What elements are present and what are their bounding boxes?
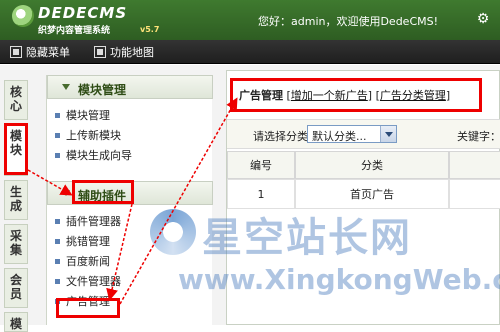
menu-bar: 隐藏菜单 功能地图 <box>0 40 500 64</box>
menu-item-module-manage[interactable]: 模块管理 <box>55 107 110 123</box>
tab-generate[interactable]: 生成 <box>4 180 28 220</box>
menu-item-label: 模块管理 <box>66 109 110 122</box>
menu-item-label: 模块生成向导 <box>66 149 132 162</box>
menu-item-file-manager[interactable]: 文件管理器 <box>55 273 121 289</box>
menu-item-label: 插件管理器 <box>66 215 121 228</box>
tab-collect[interactable]: 采集 <box>4 224 28 264</box>
hide-menu-label: 隐藏菜单 <box>26 46 70 59</box>
site-map-icon <box>94 46 106 58</box>
panel-head-plugins[interactable]: 辅助插件 <box>47 181 213 205</box>
menu-item-module-wizard[interactable]: 模块生成向导 <box>55 147 132 163</box>
welcome-text: 您好：admin，欢迎使用DedeCMS! <box>258 15 439 28</box>
tab-members[interactable]: 会员 <box>4 268 28 308</box>
add-ad-link[interactable]: 增加一个新广告 <box>291 89 368 102</box>
menu-item-label: 广告管理 <box>66 295 110 308</box>
page-heading: 广告管理 [增加一个新广告] [广告分类管理] <box>233 81 485 111</box>
watermark: 星空站长网 www.XingkongWeb.com <box>150 205 500 315</box>
filter-bar: 请选择分类： 默认分类... 关键字： <box>227 119 500 149</box>
menu-item-upload-module[interactable]: 上传新模块 <box>55 127 121 143</box>
logo-sub-text: 织梦内容管理系统 <box>38 26 111 36</box>
menu-item-label: 百度新闻 <box>66 255 110 268</box>
collapse-arrow-icon <box>62 190 70 196</box>
table-header-id: 编号 <box>227 151 295 179</box>
bullet-icon <box>55 152 60 158</box>
menu-item-ad-manage[interactable]: 广告管理 <box>55 293 110 309</box>
logo: DEDECMS 织梦内容管理系统 v5.7 <box>8 3 178 37</box>
menu-item-label: 文件管理器 <box>66 275 121 288</box>
category-select-value: 默认分类... <box>312 130 367 143</box>
watermark-url-text: www.XingkongWeb.com <box>178 263 500 296</box>
watermark-logo-icon <box>150 209 196 255</box>
table-header-category: 分类 <box>295 151 449 179</box>
collapse-arrow-icon <box>62 84 70 90</box>
tab-modules[interactable]: 模块 <box>4 124 28 176</box>
bullet-icon <box>55 218 60 224</box>
bullet-icon <box>55 238 60 244</box>
chevron-down-icon <box>380 126 396 142</box>
menu-item-error-manage[interactable]: 挑错管理 <box>55 233 110 249</box>
bullet-icon <box>55 258 60 264</box>
tab-core[interactable]: 核心 <box>4 80 28 120</box>
hide-menu-button[interactable]: 隐藏菜单 <box>10 44 70 60</box>
watermark-cn-text: 星空站长网 <box>202 215 412 261</box>
logo-version: v5.7 <box>140 25 160 34</box>
site-map-button[interactable]: 功能地图 <box>94 44 154 60</box>
site-map-label: 功能地图 <box>110 46 154 59</box>
category-select[interactable]: 默认分类... <box>307 125 397 143</box>
table-header-extra <box>449 151 500 179</box>
top-header: DEDECMS 织梦内容管理系统 v5.7 您好：admin，欢迎使用DedeC… <box>0 0 500 40</box>
menu-item-plugin-manager[interactable]: 插件管理器 <box>55 213 121 229</box>
bullet-icon <box>55 132 60 138</box>
ad-category-link[interactable]: 广告分类管理 <box>380 89 446 102</box>
tab-template[interactable]: 模 <box>4 312 28 332</box>
bullet-icon <box>55 278 60 284</box>
bullet-icon <box>55 298 60 304</box>
logo-main-text: DEDECMS <box>38 4 128 22</box>
logo-mark-icon <box>12 5 34 27</box>
side-tabs: 核心 模块 生成 采集 会员 模 <box>0 76 30 332</box>
panel-title-plugins: 辅助插件 <box>78 189 127 203</box>
gear-icon[interactable]: ⚙ <box>474 10 492 28</box>
panel-head-modules[interactable]: 模块管理 <box>47 75 213 99</box>
hide-menu-icon <box>10 46 22 58</box>
bullet-icon <box>55 112 60 118</box>
page-title: 广告管理 <box>239 89 283 102</box>
menu-item-baidu-news[interactable]: 百度新闻 <box>55 253 110 269</box>
panel-title-modules: 模块管理 <box>78 83 127 97</box>
keyword-label: 关键字： <box>457 130 500 143</box>
menu-item-label: 上传新模块 <box>66 129 121 142</box>
menu-item-label: 挑错管理 <box>66 235 110 248</box>
